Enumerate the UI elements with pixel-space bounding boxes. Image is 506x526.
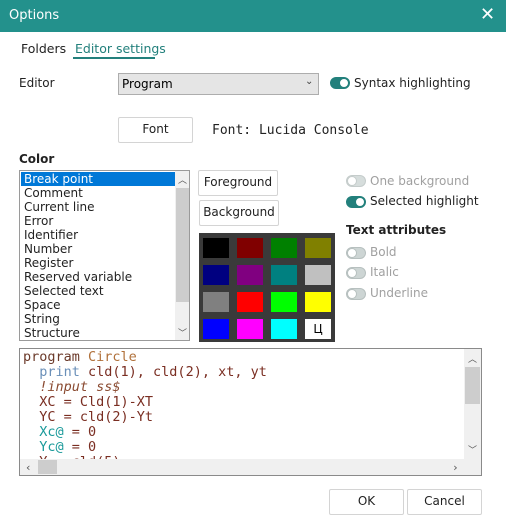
editor-select[interactable]: Program ⌄ bbox=[118, 73, 319, 95]
color-swatch[interactable] bbox=[271, 319, 297, 339]
color-swatch[interactable] bbox=[237, 319, 263, 339]
color-list-item[interactable]: Structure bbox=[21, 326, 175, 340]
code-line: program Circle bbox=[23, 350, 137, 365]
syntax-highlighting-label: Syntax highlighting bbox=[354, 76, 471, 90]
code-token: !input ss$ bbox=[23, 379, 121, 395]
color-swatch[interactable] bbox=[271, 238, 297, 258]
scroll-thumb[interactable] bbox=[465, 367, 480, 404]
color-list-item[interactable]: Identifier bbox=[21, 228, 175, 242]
bold-label: Bold bbox=[370, 245, 397, 259]
scroll-thumb[interactable] bbox=[176, 188, 189, 302]
title-bar: Options ✕ bbox=[0, 0, 506, 32]
list-scrollbar[interactable]: ︿ ﹀ bbox=[175, 171, 189, 340]
cancel-button[interactable]: Cancel bbox=[407, 489, 482, 515]
color-swatch[interactable] bbox=[305, 292, 331, 312]
editor-select-value: Program bbox=[122, 77, 173, 91]
code-preview[interactable]: program Circle print cld(1), cld(2), xt,… bbox=[19, 348, 482, 476]
color-list-item[interactable]: Break point bbox=[21, 172, 175, 186]
code-token: cld(1), cld(2), xt, yt bbox=[88, 364, 267, 380]
color-list-item[interactable]: Register bbox=[21, 256, 175, 270]
chevron-down-icon: ⌄ bbox=[305, 76, 314, 87]
code-token: = 0 bbox=[63, 439, 97, 455]
italic-toggle[interactable] bbox=[346, 267, 366, 279]
ok-button[interactable]: OK bbox=[329, 489, 404, 515]
scroll-right-icon[interactable]: › bbox=[452, 461, 459, 474]
code-line: XC = Cld(1)-XT bbox=[23, 395, 153, 410]
code-token: YC = cld(2)-Yt bbox=[23, 409, 154, 425]
font-button[interactable]: Font bbox=[118, 117, 193, 143]
text-attributes-heading: Text attributes bbox=[346, 223, 447, 237]
color-swatch[interactable] bbox=[237, 238, 263, 258]
scroll-thumb[interactable] bbox=[38, 460, 57, 474]
code-token: = 0 bbox=[63, 424, 97, 440]
code-token: XC = Cld(1)-XT bbox=[23, 394, 154, 410]
color-swatch[interactable] bbox=[237, 265, 263, 285]
color-swatch[interactable] bbox=[305, 265, 331, 285]
code-vertical-scrollbar[interactable]: ︿ ﹀ bbox=[464, 349, 481, 459]
window-title: Options bbox=[9, 8, 60, 23]
code-token: print bbox=[23, 364, 89, 380]
scroll-left-icon[interactable]: ‹ bbox=[25, 461, 32, 474]
color-swatch[interactable] bbox=[237, 292, 263, 312]
tab-editor-settings[interactable]: Editor settings bbox=[75, 41, 166, 56]
syntax-highlighting-toggle[interactable] bbox=[330, 77, 350, 89]
scroll-up-icon[interactable]: ︿ bbox=[178, 173, 187, 186]
code-token: Yc@ bbox=[23, 439, 64, 455]
color-list-item[interactable]: Number bbox=[21, 242, 175, 256]
editor-label: Editor bbox=[19, 76, 55, 90]
color-list-item[interactable]: String bbox=[21, 312, 175, 326]
color-list-item[interactable]: Error bbox=[21, 214, 175, 228]
code-token: program bbox=[23, 349, 89, 365]
foreground-button[interactable]: Foreground bbox=[198, 170, 278, 196]
color-palette: Ц bbox=[199, 233, 335, 342]
active-tab-indicator bbox=[73, 57, 155, 59]
code-line: print cld(1), cld(2), xt, yt bbox=[23, 365, 267, 380]
close-icon[interactable]: ✕ bbox=[480, 4, 495, 25]
scroll-up-icon[interactable]: ︿ bbox=[468, 352, 477, 365]
current-font-label: Font: Lucida Console bbox=[212, 123, 369, 138]
code-line: Yc@ = 0 bbox=[23, 440, 96, 455]
color-swatch[interactable] bbox=[203, 265, 229, 285]
code-line: YC = cld(2)-Yt bbox=[23, 410, 153, 425]
color-swatch[interactable] bbox=[271, 292, 297, 312]
bold-toggle[interactable] bbox=[346, 247, 366, 259]
code-line: Xc@ = 0 bbox=[23, 425, 96, 440]
selected-highlight-toggle[interactable] bbox=[346, 196, 366, 208]
scroll-down-icon[interactable]: ﹀ bbox=[468, 443, 477, 456]
code-line: !input ss$ bbox=[23, 379, 121, 395]
code-token: Xc@ bbox=[23, 424, 64, 440]
color-swatch[interactable] bbox=[305, 238, 331, 258]
underline-label: Underline bbox=[370, 286, 428, 300]
color-swatch[interactable] bbox=[203, 319, 229, 339]
code-horizontal-scrollbar[interactable]: ‹ › bbox=[20, 459, 481, 475]
color-list-item[interactable]: Reserved variable bbox=[21, 270, 175, 284]
selected-highlight-label: Selected highlight bbox=[370, 194, 479, 208]
color-swatch[interactable]: Ц bbox=[305, 319, 331, 339]
tab-folders[interactable]: Folders bbox=[21, 41, 66, 56]
underline-toggle[interactable] bbox=[346, 288, 366, 300]
one-background-toggle[interactable] bbox=[346, 175, 366, 187]
scroll-down-icon[interactable]: ﹀ bbox=[178, 326, 187, 339]
color-swatch[interactable] bbox=[271, 265, 297, 285]
italic-label: Italic bbox=[370, 265, 399, 279]
color-swatch[interactable] bbox=[203, 292, 229, 312]
color-swatch[interactable] bbox=[203, 238, 229, 258]
color-list-item[interactable]: Selected text bbox=[21, 284, 175, 298]
color-list-item[interactable]: Space bbox=[21, 298, 175, 312]
background-button[interactable]: Background bbox=[199, 200, 279, 226]
color-list-item[interactable]: Comment bbox=[21, 186, 175, 200]
color-element-list[interactable]: Break point Comment Current line Error Ident… bbox=[19, 170, 190, 341]
color-heading: Color bbox=[19, 152, 55, 166]
one-background-label: One background bbox=[370, 174, 470, 188]
color-list-item[interactable]: Current line bbox=[21, 200, 175, 214]
code-token: Circle bbox=[88, 349, 137, 365]
